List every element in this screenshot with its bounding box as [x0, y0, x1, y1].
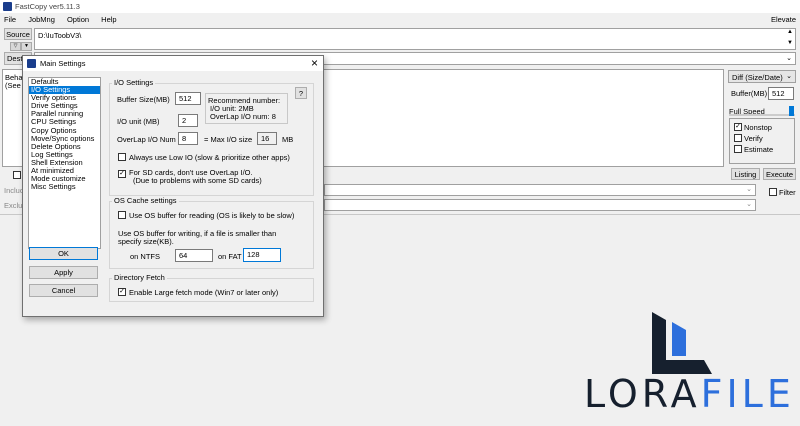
large-fetch-label: Enable Large fetch mode (Win7 or later o… — [129, 288, 279, 297]
app-icon — [3, 2, 12, 11]
large-fetch-checkbox[interactable]: ✓ — [118, 288, 126, 296]
scroll-down-icon[interactable]: ▼ — [787, 40, 793, 46]
title-bar: FastCopy ver5.11.3 — [0, 0, 800, 13]
wordmark-blue: FILE — [700, 372, 795, 416]
menu-jobmng[interactable]: JobMng — [28, 15, 55, 24]
dialog-title-bar: Main Settings × — [23, 56, 323, 71]
io-settings-group-label: I/O Settings — [112, 78, 156, 87]
wordmark-dark: LORA — [584, 372, 701, 416]
execute-button[interactable]: Execute — [763, 168, 796, 180]
source-path-text: D:\IuToobV3\ — [38, 31, 82, 40]
ntfs-label: on NTFS — [130, 252, 161, 261]
nonstop-checkbox[interactable]: ✓ — [734, 123, 742, 131]
apply-button[interactable]: Apply — [29, 266, 98, 279]
ntfs-input[interactable]: 64 — [175, 249, 213, 262]
options-panel: ✓ Nonstop Verify Estimate — [729, 118, 795, 164]
speed-slider-thumb[interactable] — [789, 106, 794, 116]
filter-checkbox[interactable] — [769, 188, 777, 196]
sd-card-checkbox[interactable]: ✓ — [118, 170, 126, 178]
buffer-size-label: Buffer Size(MB) — [117, 95, 170, 104]
recommend-overlap: OverLap I/O num: 8 — [210, 112, 276, 121]
ok-button[interactable]: OK — [29, 247, 98, 260]
filter-label: Filter — [779, 188, 796, 197]
elevate-menu[interactable]: Elevate — [771, 15, 796, 24]
os-buffer-read-label: Use OS buffer for reading (OS is likely … — [129, 211, 295, 220]
max-io-value: 16 — [257, 132, 277, 145]
nonstop-label: Nonstop — [744, 123, 772, 132]
lorafile-wordmark: LORAFILE — [584, 374, 795, 414]
menu-help[interactable]: Help — [101, 15, 116, 24]
nav-item-misc-settings[interactable]: Misc Settings — [29, 183, 100, 191]
lorafile-logo-mark — [652, 312, 712, 374]
help-button[interactable]: ? — [295, 87, 307, 99]
io-unit-label: I/O unit (MB) — [117, 117, 160, 126]
close-icon[interactable]: × — [311, 56, 318, 70]
include-input[interactable]: ⌄ — [324, 184, 756, 196]
source-history-icon[interactable]: ▽ — [10, 42, 21, 51]
mode-select[interactable]: Diff (Size/Date) ⌄ — [728, 70, 796, 83]
max-io-label: = Max I/O size — [204, 135, 253, 144]
source-button[interactable]: Source — [4, 28, 32, 40]
overlap-input[interactable]: 8 — [178, 132, 198, 145]
io-unit-input[interactable]: 2 — [178, 114, 198, 127]
verify-label: Verify — [744, 134, 763, 143]
estimate-label: Estimate — [744, 145, 774, 154]
source-path-input[interactable]: D:\IuToobV3\ ▲ ▼ — [34, 28, 796, 50]
sd-card-label-2: (Due to problems with some SD cards) — [133, 176, 262, 185]
source-dropdown-icon[interactable]: ▼ — [21, 42, 32, 51]
speed-slider-track[interactable] — [729, 114, 795, 116]
include-label: Includ — [4, 186, 25, 195]
verify-checkbox[interactable] — [734, 134, 742, 142]
main-settings-dialog: Main Settings × Defaults I/O Settings Ve… — [22, 55, 324, 317]
settings-nav-list[interactable]: Defaults I/O Settings Verify options Dri… — [28, 77, 101, 249]
os-buffer-read-checkbox[interactable] — [118, 211, 126, 219]
low-io-label: Always use Low IO (slow & prioritize oth… — [129, 153, 290, 162]
max-io-unit: MB — [282, 135, 294, 144]
scroll-up-icon[interactable]: ▲ — [787, 29, 793, 35]
listing-button[interactable]: Listing — [731, 168, 760, 180]
chevron-down-icon: ⌄ — [746, 186, 752, 193]
buffer-label: Buffer(MB) — [731, 89, 768, 98]
os-cache-group-label: OS Cache settings — [112, 196, 179, 205]
directory-fetch-group-label: Directory Fetch — [112, 273, 167, 282]
menu-bar: File JobMng Option Help — [4, 15, 127, 24]
dialog-title: Main Settings — [40, 59, 86, 68]
window-title: FastCopy ver5.11.3 — [15, 2, 80, 11]
overlap-label: OverLap I/O Num — [117, 135, 176, 144]
buffer-input[interactable]: 512 — [768, 87, 794, 100]
menu-file[interactable]: File — [4, 15, 16, 24]
low-io-checkbox[interactable] — [118, 153, 126, 161]
buffer-size-input[interactable]: 512 — [175, 92, 201, 105]
cancel-button[interactable]: Cancel — [29, 284, 98, 297]
fat-input[interactable]: 128 — [243, 248, 281, 262]
estimate-checkbox[interactable] — [734, 145, 742, 153]
mode-value: Diff (Size/Date) — [732, 73, 783, 82]
menu-option[interactable]: Option — [67, 15, 89, 24]
chevron-down-icon: ⌄ — [786, 73, 792, 80]
top-level-checkbox[interactable] — [13, 171, 21, 179]
dialog-app-icon — [27, 59, 36, 68]
os-buffer-write-line-2: specify size(KB). — [118, 237, 174, 246]
fat-label: on FAT — [218, 252, 242, 261]
chevron-down-icon: ⌄ — [746, 201, 752, 208]
exclude-input[interactable]: ⌄ — [324, 199, 756, 211]
chevron-down-icon[interactable]: ⌄ — [786, 54, 792, 62]
